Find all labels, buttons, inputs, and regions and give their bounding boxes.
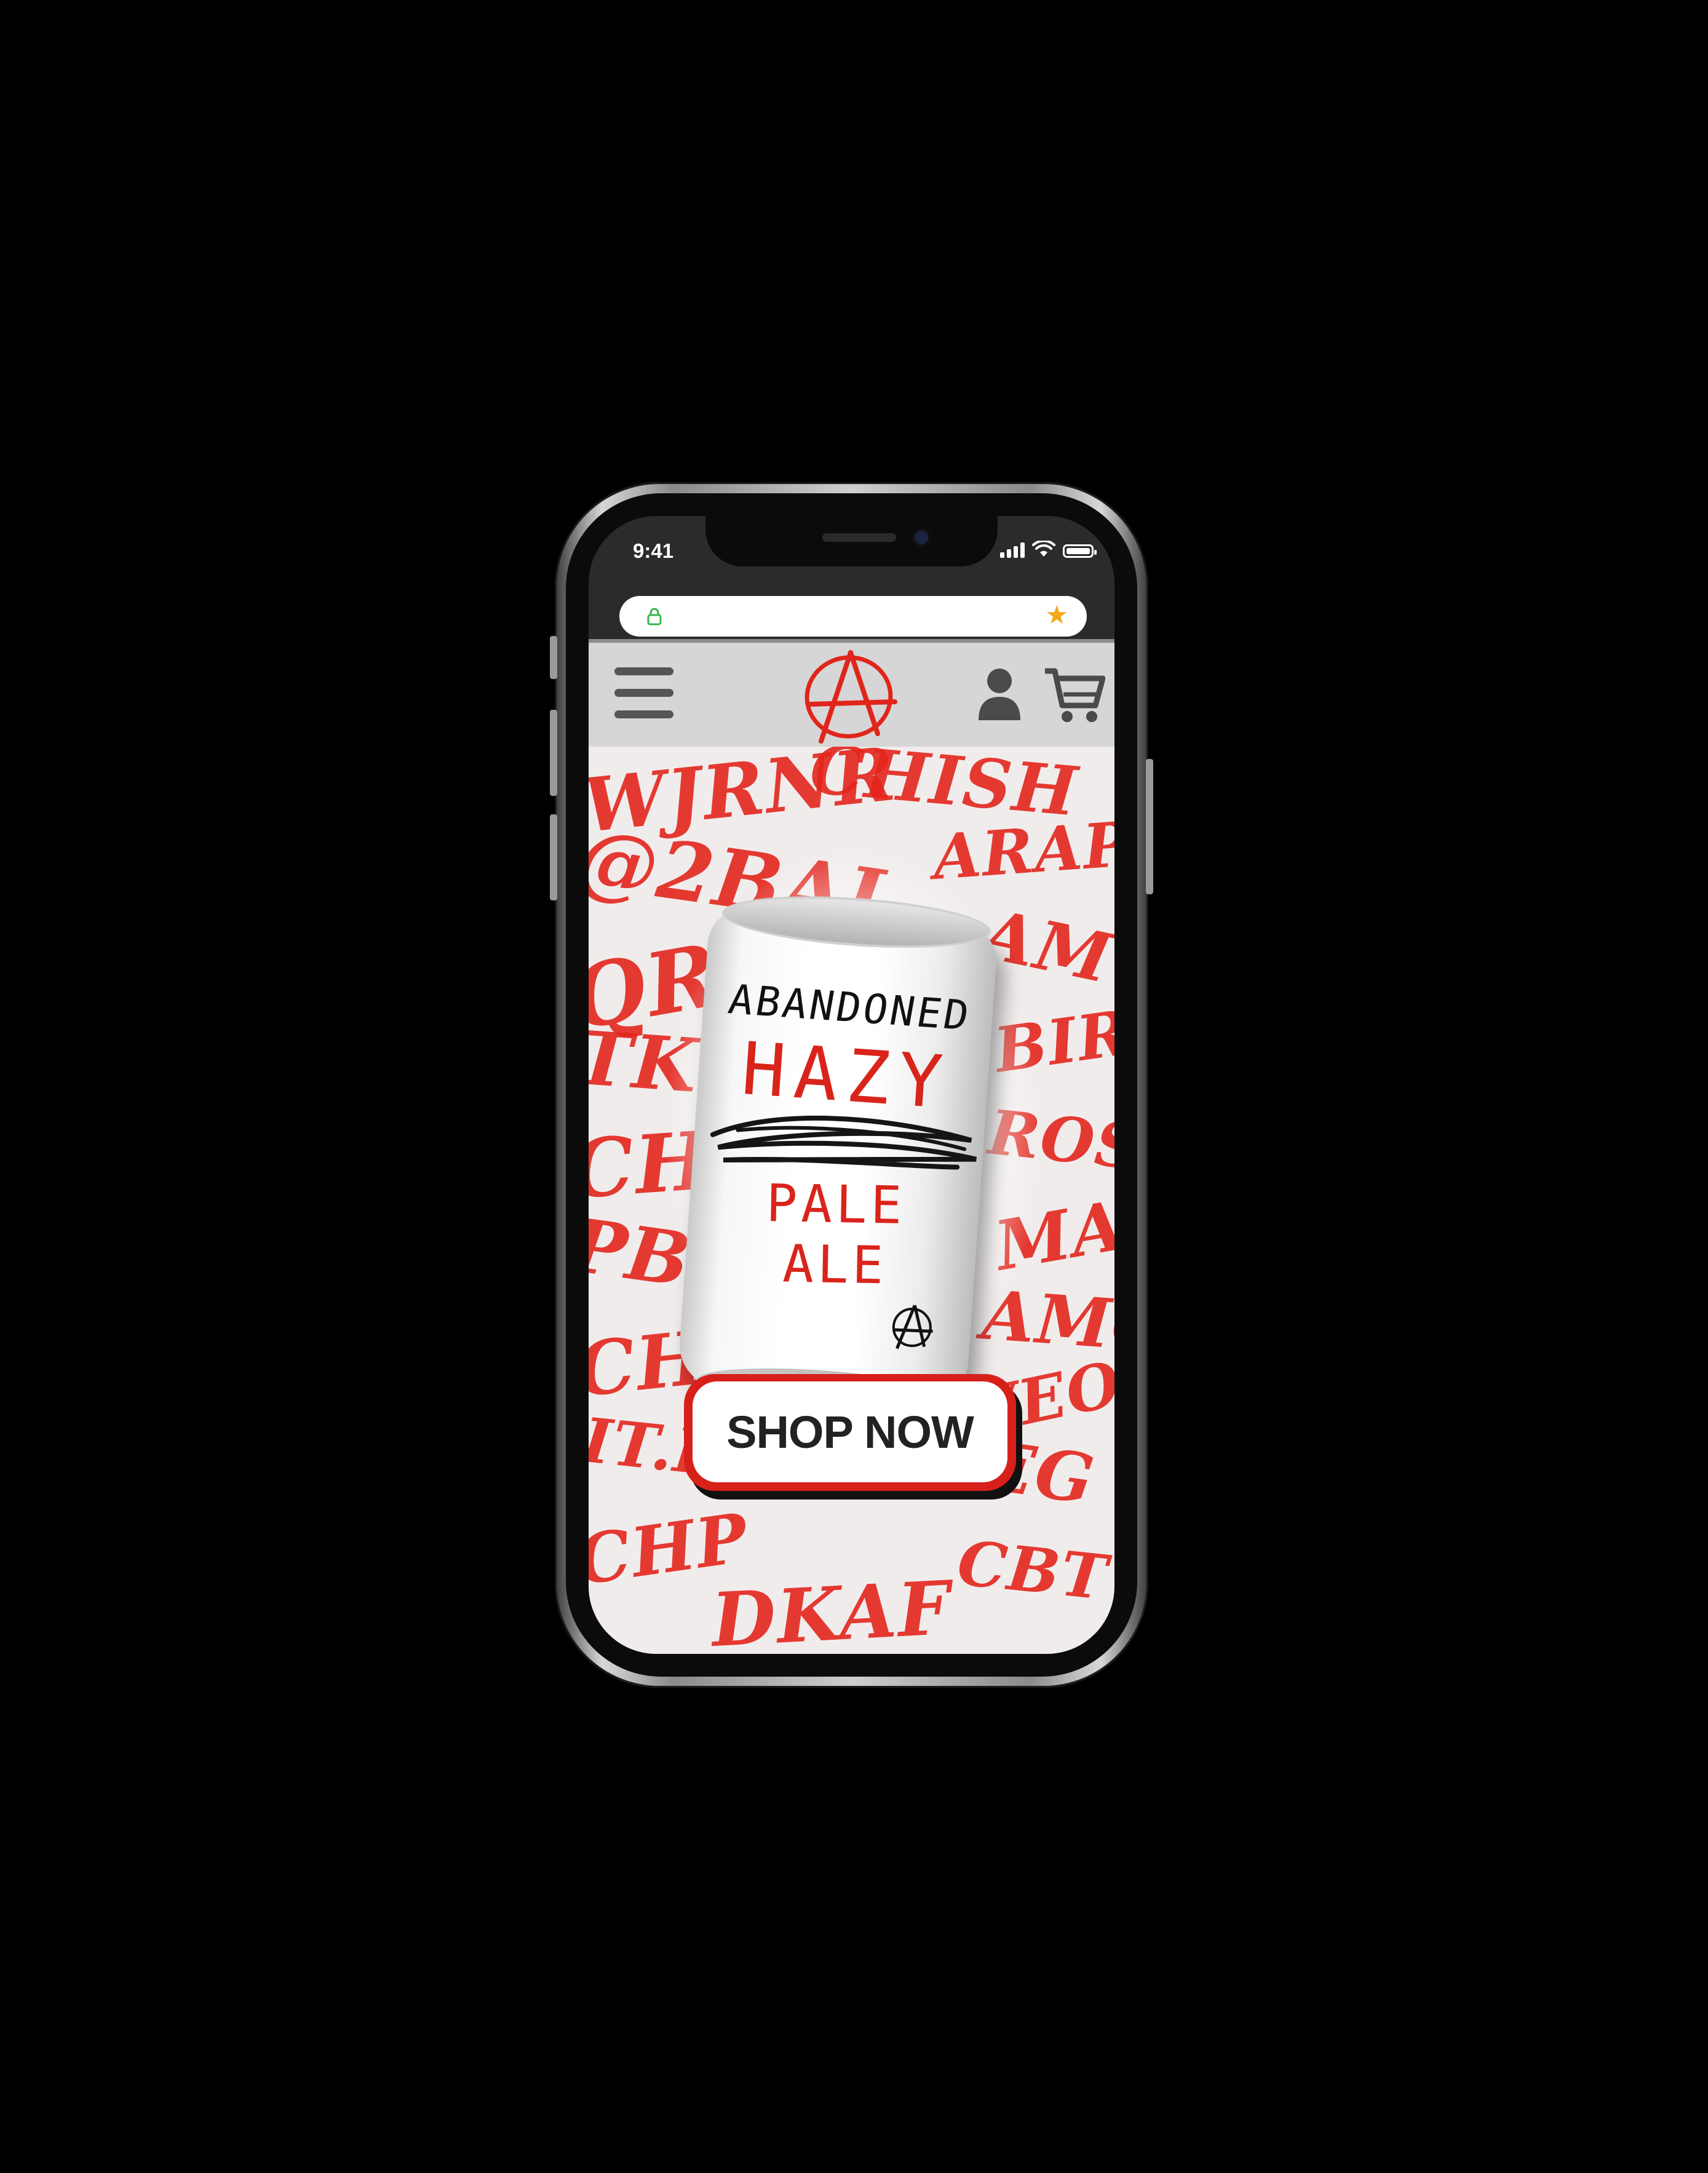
beer-can-product-image[interactable]: ABANDONED HAZY PALE ALE: [675, 888, 999, 1424]
lock-icon: [647, 608, 662, 626]
hamburger-menu-icon[interactable]: [614, 667, 673, 720]
can-anarchy-logo: [892, 1305, 933, 1349]
earpiece-speaker: [822, 533, 896, 542]
battery-icon: [1063, 544, 1097, 558]
browser-toolbar: ★: [589, 596, 1114, 639]
status-time: 9:41: [633, 539, 674, 562]
can-style-label: PALE ALE: [765, 1173, 906, 1296]
volume-down-button: [550, 814, 557, 900]
status-icons: [1000, 541, 1097, 558]
shop-now-button[interactable]: SHOP NOW: [684, 1374, 1016, 1491]
wifi-icon: [1032, 541, 1055, 557]
shop-now-label: SHOP NOW: [693, 1381, 1007, 1482]
mute-switch: [550, 636, 557, 679]
status-bar: 9:41: [589, 516, 1114, 596]
phone-screen: 9:41 ★ WJRNR CHISH ARAP AM BIR ROS MAW A…: [589, 516, 1114, 1654]
site-header: [589, 639, 1114, 747]
volume-up-button: [550, 710, 557, 796]
anarchy-a-logo[interactable]: [796, 648, 901, 746]
notch: [705, 516, 998, 566]
power-button: [1146, 759, 1153, 894]
cellular-signal-icon: [1000, 542, 1025, 558]
hero-banner: WJRNR CHISH ARAP @2BAL QRE AM TKWS BIR C…: [589, 747, 1114, 1654]
user-icon[interactable]: [976, 667, 1023, 720]
phone-frame: 9:41 ★ WJRNR CHISH ARAP AM BIR ROS MAW A…: [550, 482, 1153, 1688]
address-bar[interactable]: ★: [619, 596, 1087, 637]
star-icon[interactable]: ★: [1045, 602, 1068, 628]
front-camera: [915, 531, 928, 544]
cart-icon[interactable]: [1044, 667, 1105, 724]
